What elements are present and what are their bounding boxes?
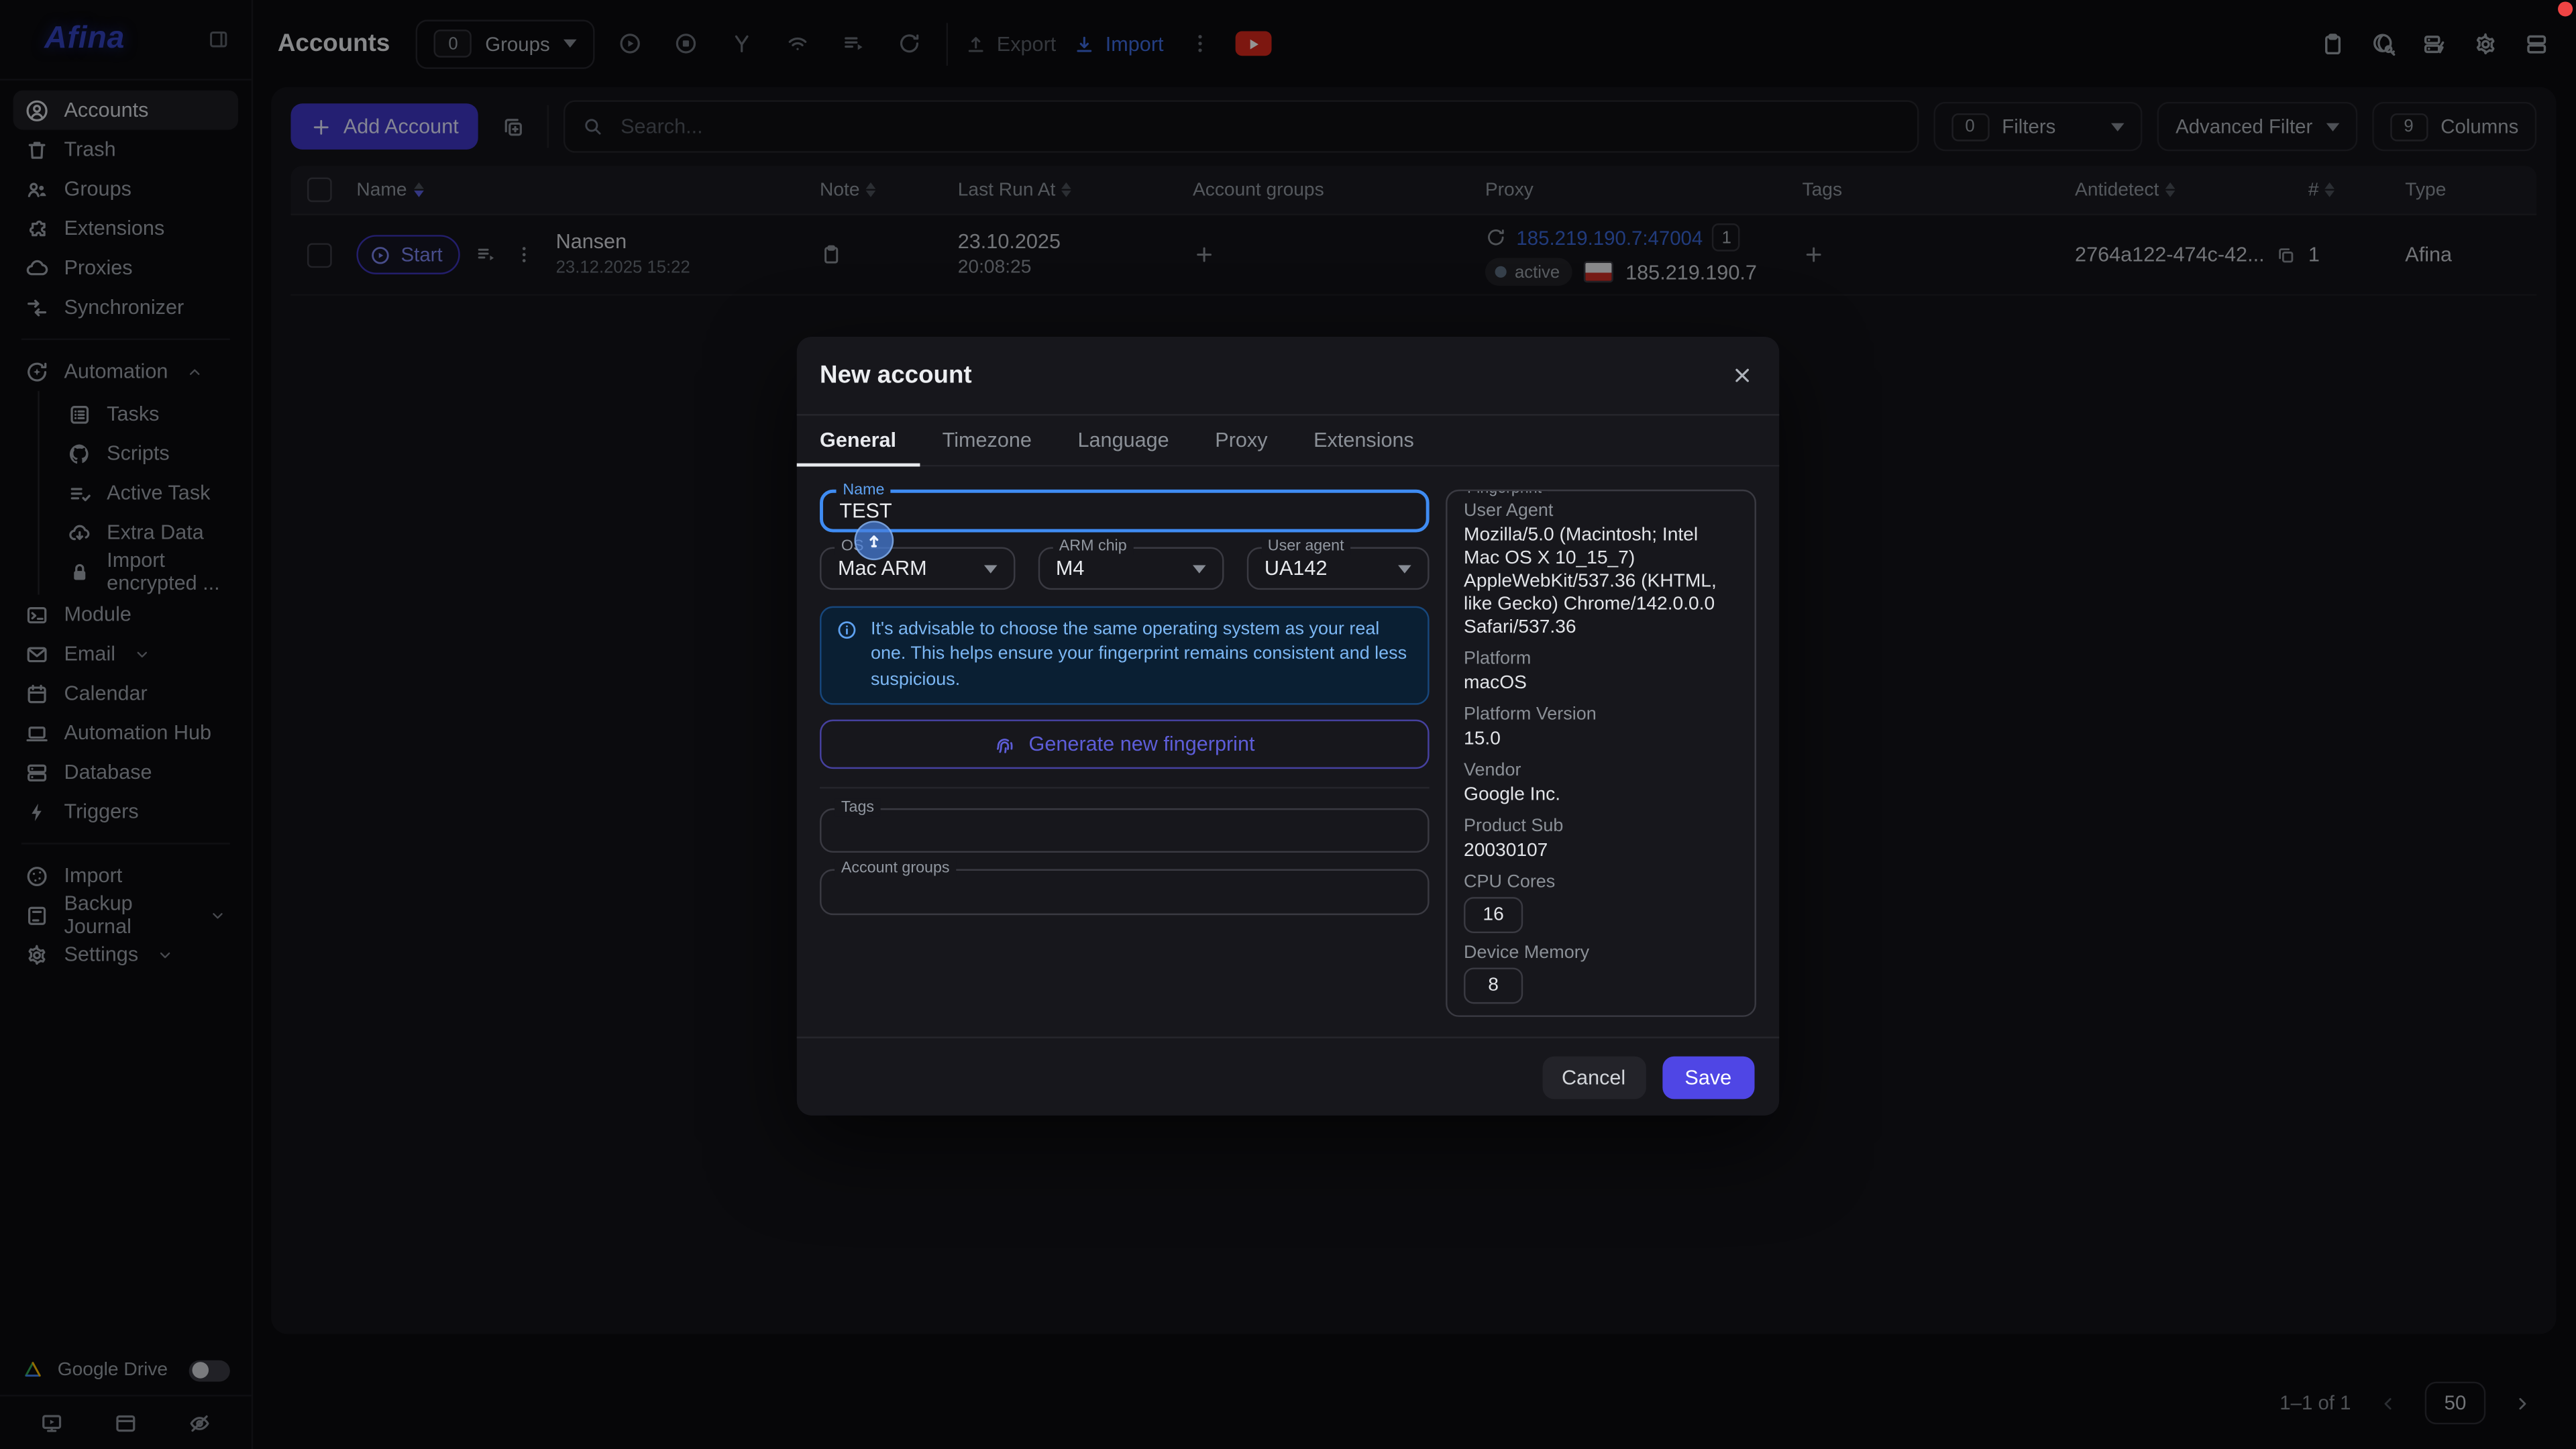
fp-platform-label: Platform bbox=[1464, 649, 1738, 669]
notification-dot bbox=[2558, 1, 2573, 16]
arrow-up-icon bbox=[864, 531, 883, 550]
modal-title: New account bbox=[820, 362, 972, 390]
tags-field-label: Tags bbox=[835, 799, 881, 817]
modal-footer: Cancel Save bbox=[797, 1036, 1779, 1116]
tab-general[interactable]: General bbox=[797, 416, 920, 465]
name-input[interactable] bbox=[839, 499, 1409, 522]
close-icon bbox=[1730, 362, 1755, 387]
account-groups-field[interactable]: Account groups bbox=[820, 869, 1430, 916]
user-agent-select-label: User agent bbox=[1261, 537, 1350, 555]
tab-proxy[interactable]: Proxy bbox=[1192, 416, 1291, 465]
fingerprint-panel: Fingerprint User Agent Mozilla/5.0 (Maci… bbox=[1446, 490, 1756, 1017]
modal-header: New account bbox=[797, 337, 1779, 414]
fp-device-memory-input[interactable]: 8 bbox=[1464, 968, 1523, 1004]
generate-fingerprint-label: Generate new fingerprint bbox=[1029, 733, 1255, 756]
fp-cpu-cores-label: CPU Cores bbox=[1464, 873, 1738, 892]
account-groups-field-label: Account groups bbox=[835, 859, 956, 877]
fp-product-sub-label: Product Sub bbox=[1464, 816, 1738, 836]
fp-platform-value: macOS bbox=[1464, 672, 1738, 695]
user-agent-select-value: UA142 bbox=[1265, 557, 1328, 580]
modal-tabs: General Timezone Language Proxy Extensio… bbox=[797, 414, 1779, 466]
new-account-modal: New account General Timezone Language Pr… bbox=[797, 337, 1779, 1116]
chevron-down-icon bbox=[983, 564, 997, 572]
os-select-value: Mac ARM bbox=[838, 557, 927, 580]
fp-user-agent-value: Mozilla/5.0 (Macintosh; Intel Mac OS X 1… bbox=[1464, 524, 1738, 639]
os-info-text: It's advisable to choose the same operat… bbox=[871, 618, 1413, 694]
user-agent-select[interactable]: User agent UA142 bbox=[1246, 547, 1430, 590]
modal-body: Name OS Mac ARM ARM chip M4 bbox=[797, 467, 1779, 1017]
app-viewport: Afina Accounts Trash Groups Extensions bbox=[0, 0, 2576, 1449]
fingerprint-selects-row: OS Mac ARM ARM chip M4 User agent UA142 bbox=[820, 547, 1430, 590]
fingerprint-column: Fingerprint User Agent Mozilla/5.0 (Maci… bbox=[1446, 490, 1756, 1017]
fp-brand-label: Brand bbox=[1464, 1014, 1738, 1017]
cancel-button[interactable]: Cancel bbox=[1542, 1055, 1646, 1098]
fingerprint-legend: Fingerprint bbox=[1460, 490, 1548, 498]
fp-user-agent-label: User Agent bbox=[1464, 501, 1738, 521]
chevron-down-icon bbox=[1398, 564, 1411, 572]
fp-vendor-value: Google Inc. bbox=[1464, 784, 1738, 806]
close-button[interactable] bbox=[1730, 362, 1756, 388]
tab-extensions[interactable]: Extensions bbox=[1291, 416, 1437, 465]
fp-vendor-label: Vendor bbox=[1464, 761, 1738, 780]
tags-field[interactable]: Tags bbox=[820, 808, 1430, 853]
fp-platform-version-label: Platform Version bbox=[1464, 705, 1738, 724]
arm-chip-select-label: ARM chip bbox=[1053, 537, 1133, 555]
arm-chip-select-value: M4 bbox=[1056, 557, 1085, 580]
tab-timezone[interactable]: Timezone bbox=[919, 416, 1055, 465]
form-divider bbox=[820, 787, 1430, 788]
chevron-down-icon bbox=[1192, 564, 1205, 572]
fp-platform-version-value: 15.0 bbox=[1464, 728, 1738, 751]
tab-language[interactable]: Language bbox=[1055, 416, 1192, 465]
fp-cpu-cores-input[interactable]: 16 bbox=[1464, 897, 1523, 933]
fp-device-memory-label: Device Memory bbox=[1464, 943, 1738, 963]
info-icon bbox=[837, 619, 858, 641]
fingerprint-icon bbox=[994, 734, 1016, 755]
generate-fingerprint-button[interactable]: Generate new fingerprint bbox=[820, 720, 1430, 769]
arm-chip-select[interactable]: ARM chip M4 bbox=[1038, 547, 1224, 590]
save-button[interactable]: Save bbox=[1662, 1055, 1754, 1098]
cursor-up-arrow-badge bbox=[854, 521, 894, 560]
os-info-alert: It's advisable to choose the same operat… bbox=[820, 606, 1430, 705]
os-select[interactable]: OS Mac ARM bbox=[820, 547, 1015, 590]
name-field-label: Name bbox=[837, 482, 892, 500]
fp-product-sub-value: 20030107 bbox=[1464, 840, 1738, 863]
modal-form-column: Name OS Mac ARM ARM chip M4 bbox=[820, 490, 1430, 1017]
name-field[interactable]: Name bbox=[820, 490, 1430, 533]
